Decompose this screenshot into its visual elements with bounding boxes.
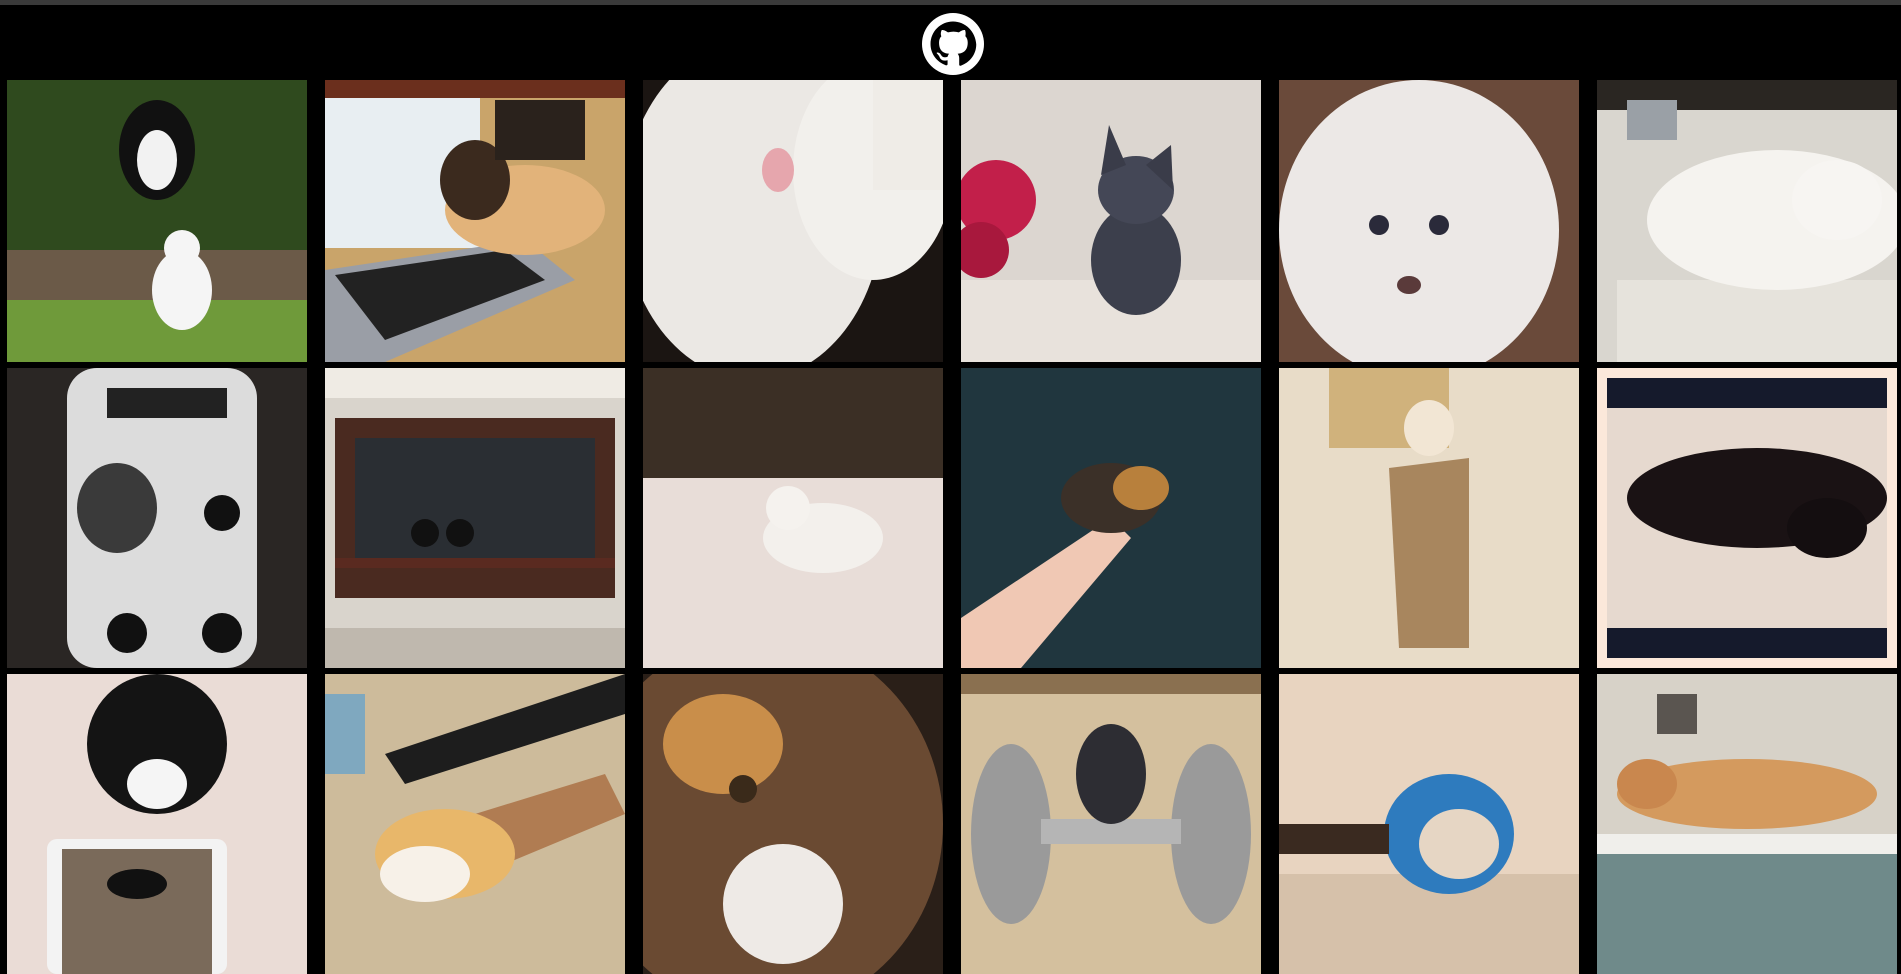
gallery-tile[interactable] [643,368,943,668]
gallery-tile[interactable] [643,80,943,362]
gallery-tile[interactable] [643,674,943,974]
gallery-tile[interactable] [1279,674,1579,974]
cat-gallery [7,80,1897,974]
gallery-tile[interactable] [1279,80,1579,362]
gallery-tile[interactable] [1597,368,1897,668]
gallery-tile[interactable] [961,80,1261,362]
gallery-tile[interactable] [7,80,307,362]
gallery-tile[interactable] [961,674,1261,974]
gallery-tile[interactable] [961,368,1261,668]
gallery-tile[interactable] [325,368,625,668]
gallery-tile[interactable] [325,80,625,362]
gallery-tile[interactable] [1597,674,1897,974]
gallery-tile[interactable] [7,368,307,668]
gallery-tile[interactable] [7,674,307,974]
gallery-tile[interactable] [325,674,625,974]
gallery-tile[interactable] [1279,368,1579,668]
gallery-tile[interactable] [1597,80,1897,362]
github-icon[interactable] [922,13,984,75]
header [0,5,1901,80]
